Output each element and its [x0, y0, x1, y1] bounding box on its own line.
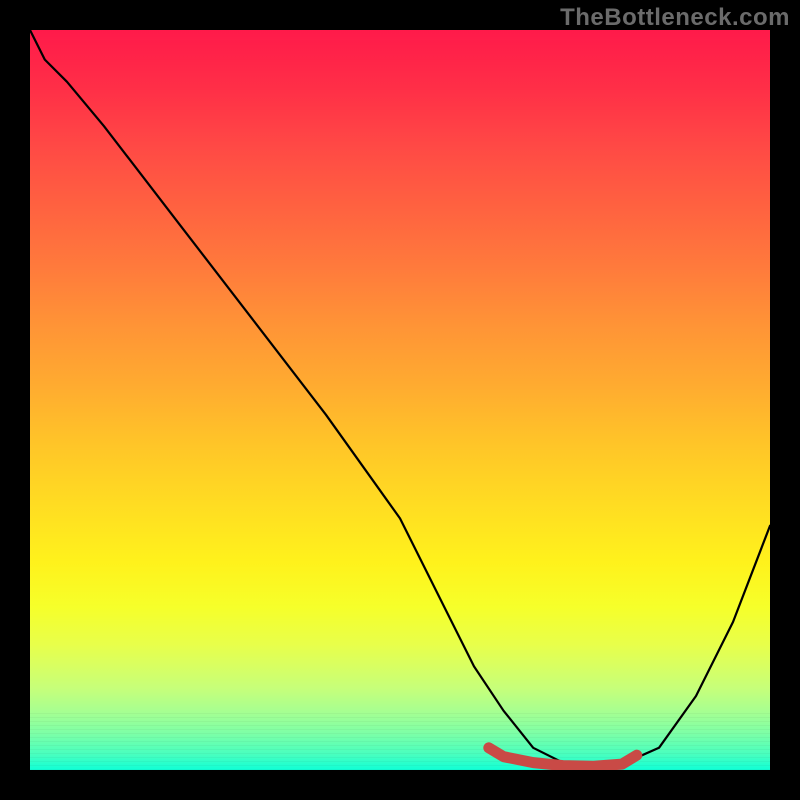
optimal-range-path: [489, 748, 637, 767]
watermark-text: TheBottleneck.com: [560, 4, 790, 32]
bottleneck-curve-path: [30, 30, 770, 766]
curve-svg: [30, 30, 770, 770]
chart-container: TheBottleneck.com: [0, 0, 800, 800]
plot-area: [30, 30, 770, 770]
